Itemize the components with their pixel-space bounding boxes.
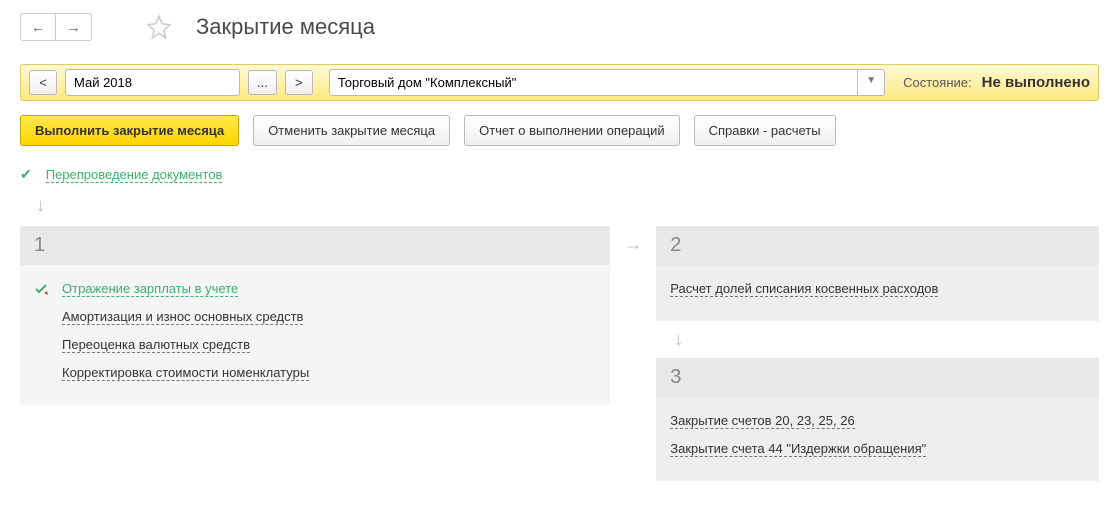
references-button[interactable]: Справки - расчеты (694, 115, 836, 146)
stage-item: Переоценка валютных средств (34, 331, 596, 359)
stage-item: Закрытие счетов 20, 23, 25, 26 (670, 407, 1085, 435)
cancel-close-button[interactable]: Отменить закрытие месяца (253, 115, 450, 146)
check-icon: ✔ (20, 166, 32, 183)
stage-header: 1 (20, 226, 610, 265)
operation-link[interactable]: Закрытие счетов 20, 23, 25, 26 (670, 413, 854, 429)
stage-item: Амортизация и износ основных средств (34, 303, 596, 331)
stage-header: 3 (656, 358, 1099, 397)
arrow-left-icon: ← (31, 19, 45, 35)
done-edit-icon (34, 281, 50, 297)
arrow-right-icon: → (67, 19, 81, 35)
nav-back-button[interactable]: ← (20, 13, 56, 41)
period-input[interactable] (65, 69, 240, 96)
operations-report-button[interactable]: Отчет о выполнении операций (464, 115, 680, 146)
organization-input[interactable] (329, 69, 858, 96)
stage-item: Закрытие счета 44 "Издержки обращения" (670, 435, 1085, 463)
stage-3: 3 Закрытие счетов 20, 23, 25, 26 Закрыти… (656, 358, 1099, 481)
operation-link[interactable]: Переоценка валютных средств (62, 337, 250, 353)
execute-close-button[interactable]: Выполнить закрытие месяца (20, 115, 239, 146)
favorite-star-button[interactable] (142, 10, 176, 44)
operation-link[interactable]: Амортизация и износ основных средств (62, 309, 303, 325)
arrow-down-icon: ↓ (36, 195, 1099, 216)
operation-link[interactable]: Отражение зарплаты в учете (62, 281, 238, 297)
operation-link[interactable]: Расчет долей списания косвенных расходов (670, 281, 938, 297)
arrow-down-icon: ↓ (674, 329, 1099, 350)
nav-forward-button[interactable]: → (56, 13, 92, 41)
stage-item: Расчет долей списания косвенных расходов (670, 275, 1085, 303)
chevron-down-icon: ▼ (866, 75, 876, 86)
filter-bar: < ... > ▼ Состояние: Не выполнено (20, 64, 1099, 101)
operation-link[interactable]: Корректировка стоимости номенклатуры (62, 365, 309, 381)
operation-link[interactable]: Закрытие счета 44 "Издержки обращения" (670, 441, 926, 457)
stage-2: 2 Расчет долей списания косвенных расход… (656, 226, 1099, 321)
star-icon (146, 14, 172, 40)
stage-item: Корректировка стоимости номенклатуры (34, 359, 596, 387)
arrow-right-icon: → (620, 226, 646, 255)
period-prev-button[interactable]: < (29, 70, 57, 95)
page-title: Закрытие месяца (196, 14, 375, 40)
organization-dropdown-button[interactable]: ▼ (858, 69, 885, 96)
status-label: Состояние: (903, 75, 971, 90)
stage-item: Отражение зарплаты в учете (34, 275, 596, 303)
stage-1: 1 Отражение зарплаты в учете Амортизация… (20, 226, 610, 405)
period-next-button[interactable]: > (285, 70, 313, 95)
reprocess-documents-link[interactable]: Перепроведение документов (46, 167, 223, 183)
status-value: Не выполнено (982, 74, 1090, 91)
period-picker-button[interactable]: ... (248, 70, 277, 95)
stage-header: 2 (656, 226, 1099, 265)
